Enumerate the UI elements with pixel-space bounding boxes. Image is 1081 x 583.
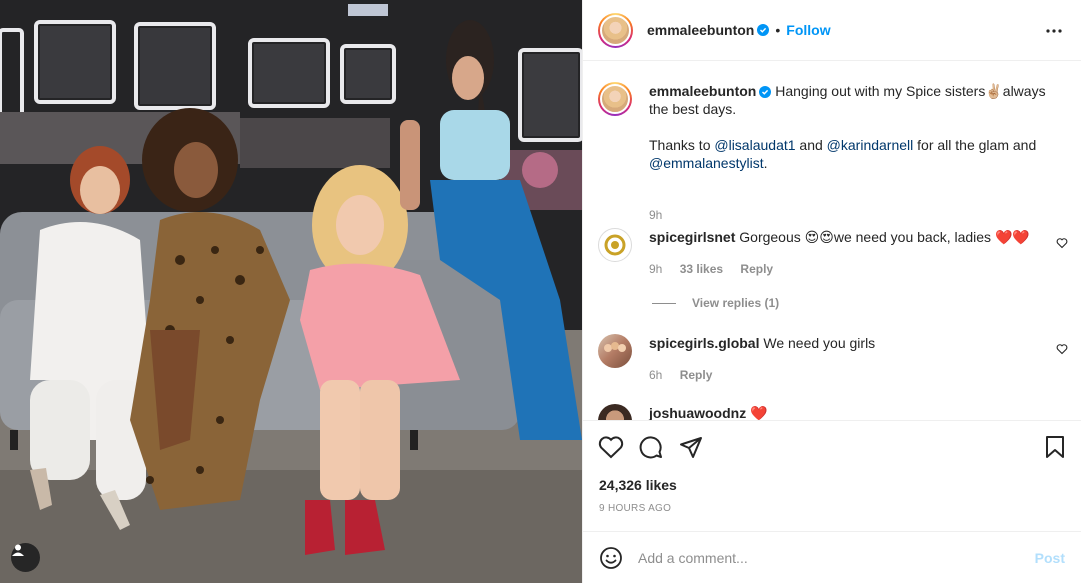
comment-bubble-icon[interactable] [639,435,663,462]
caption: emmaleebunton Hanging out with my Spice … [598,82,1068,222]
comment-item: joshuawoodnz ❤️ [598,404,1068,420]
view-replies-label[interactable]: View replies (1) [692,296,779,310]
comment-emoji: ❤️ [750,405,768,420]
post-header: emmaleebunton • Follow [583,0,1081,61]
reply-button[interactable]: Reply [680,368,713,382]
comment-text: spicegirlsnet Gorgeous 😍😍we need you bac… [649,228,1049,246]
view-replies-line [652,302,676,304]
like-heart-icon[interactable] [598,435,624,462]
like-comment-heart-icon[interactable] [1056,236,1068,252]
commenter-avatar[interactable] [598,404,632,420]
post-photo-illustration [0,0,582,583]
post-actions: 24,326 likes 9 HOURS AGO Post [583,420,1081,583]
separator-dot: • [775,22,781,38]
view-replies-button[interactable]: View replies (1) [652,296,779,310]
comment-meta: 6h Reply [649,368,726,382]
comment-text-2: we need you back, ladies [833,229,995,245]
comment-time[interactable]: 9h [649,262,662,276]
comment-text-1: Gorgeous [739,229,805,245]
comment-meta: 9h 33 likes Reply [649,262,787,276]
commenter-avatar[interactable] [598,228,632,262]
add-comment-bar: Post [583,531,1081,583]
caption-time[interactable]: 9h [649,208,662,222]
caption-mid: for all the glam and [913,137,1037,153]
caption-meta: 9h [649,208,676,222]
emoji-picker-icon[interactable] [599,546,623,573]
comment-input[interactable] [638,545,1008,571]
comment-text-1: We need you girls [763,335,876,351]
commenter-username[interactable]: joshuawoodnz [649,405,746,420]
reply-button[interactable]: Reply [740,262,773,276]
commenter-avatar[interactable] [598,334,632,368]
caption-avatar[interactable] [598,82,632,116]
more-options-icon[interactable] [1045,22,1063,43]
action-icons [598,435,1068,461]
commenter-username[interactable]: spicegirls.global [649,335,759,351]
comments-list[interactable]: emmaleebunton Hanging out with my Spice … [583,62,1081,420]
caption-username[interactable]: emmaleebunton [649,83,756,99]
comment-likes[interactable]: 33 likes [680,262,723,276]
post-timestamp[interactable]: 9 HOURS AGO [599,503,671,514]
mention-link[interactable]: @lisalaudat1 [714,137,795,153]
comment-text: spicegirls.global We need you girls [649,334,1049,352]
author-username[interactable]: emmaleebunton [647,22,754,38]
share-paper-plane-icon[interactable] [679,435,703,462]
caption-end: . [763,155,768,171]
mention-link[interactable]: @karindarnell [827,137,914,153]
comment-emoji: 😍😍 [804,229,834,245]
likes-count[interactable]: 24,326 likes [599,477,677,493]
like-comment-heart-icon[interactable] [1056,342,1068,358]
user-tag-icon[interactable] [11,543,40,572]
caption-and: and [795,137,827,153]
caption-thanks: Thanks to [649,137,715,153]
follow-button[interactable]: Follow [786,22,830,38]
save-bookmark-icon[interactable] [1044,435,1066,462]
author-avatar[interactable] [598,12,633,48]
verified-badge-icon [757,24,770,36]
post-comment-button[interactable]: Post [1035,550,1065,566]
comment-text: joshuawoodnz ❤️ [649,404,1049,420]
caption-emoji: ✌🏼 [985,83,1003,99]
mention-link[interactable]: @emmalanestylist [649,155,764,171]
post-photo[interactable] [0,0,582,583]
comment-time[interactable]: 6h [649,368,662,382]
verified-badge-icon [759,86,772,99]
comment-emoji: ❤️❤️ [994,229,1030,245]
comment-item: spicegirls.global We need you girls 6h R… [598,334,1068,394]
post-sidebar: emmaleebunton • Follow emmaleebunton Han… [582,0,1081,583]
commenter-username[interactable]: spicegirlsnet [649,229,735,245]
caption-text-1: Hanging out with my Spice sisters [775,83,986,99]
caption-text: emmaleebunton Hanging out with my Spice … [649,82,1049,172]
